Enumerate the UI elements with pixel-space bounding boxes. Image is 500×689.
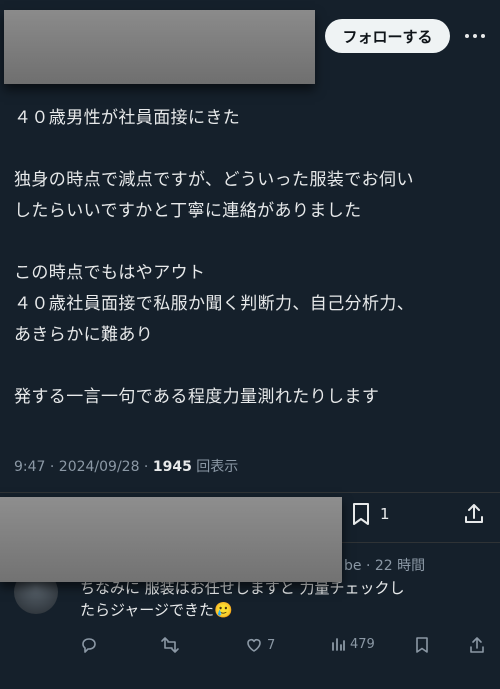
blurred-reply-author: [0, 497, 342, 582]
divider: [0, 492, 500, 493]
post-line: [14, 351, 494, 382]
like-count: 7: [267, 637, 276, 653]
post-timestamp[interactable]: 9:47 · 2024/09/28 ·: [14, 459, 153, 475]
retweet-icon: [161, 637, 179, 653]
post-text: ４０歳男性が社員面接にきた 独身の時点で減点ですが、どういった服装でお伺い した…: [14, 103, 494, 413]
post-line: あきらかに難あり: [14, 325, 154, 345]
post-line: 発する一言一句である程度力量測れたりします: [14, 387, 380, 407]
views-icon: [332, 638, 345, 651]
share-icon: [465, 504, 483, 523]
reply-button[interactable]: [80, 636, 98, 654]
post-line: [14, 134, 494, 165]
like-button[interactable]: 7: [245, 636, 275, 654]
reply-icon: [82, 638, 96, 653]
bookmark-icon: [353, 503, 369, 525]
post-line: [14, 227, 494, 258]
reply-text: ちなみに 服装はお任せしますと 力量チェックし たらジャージできた🥲: [80, 577, 490, 621]
follow-button[interactable]: フォローする: [325, 19, 450, 53]
post-line: したらいいですかと丁寧に連絡がありました: [14, 201, 362, 221]
share-icon: [470, 637, 484, 653]
share-button[interactable]: [462, 502, 486, 530]
post-line: ４０歳社員面接で私服か聞く判断力、自己分析力、: [14, 294, 415, 314]
reply-bookmark-button[interactable]: [414, 636, 430, 654]
bookmark-button[interactable]: 1: [350, 502, 390, 526]
blurred-profile-header: [4, 10, 315, 84]
retweet-button[interactable]: [160, 636, 180, 654]
bookmark-icon: [416, 637, 428, 653]
view-count-reply: 479: [350, 636, 375, 652]
view-count: 1945: [152, 459, 192, 475]
post-line: 独身の時点で減点ですが、どういった服装でお伺い: [14, 170, 414, 190]
view-label: 回表示: [191, 459, 239, 475]
post-meta: 9:47 · 2024/09/28 · 1945 回表示: [14, 456, 238, 476]
reply-share-button[interactable]: [468, 636, 486, 654]
reply-line: たらジャージできた🥲: [80, 601, 233, 619]
more-icon[interactable]: [462, 24, 488, 48]
reply-handle[interactable]: be · 22 時間: [344, 555, 425, 575]
like-icon: [247, 639, 261, 652]
post-line: この時点でもはやアウト: [14, 263, 206, 283]
views-button[interactable]: 479: [330, 636, 375, 652]
bookmark-count: 1: [380, 505, 390, 523]
post-line: ４０歳男性が社員面接にきた: [14, 108, 241, 128]
